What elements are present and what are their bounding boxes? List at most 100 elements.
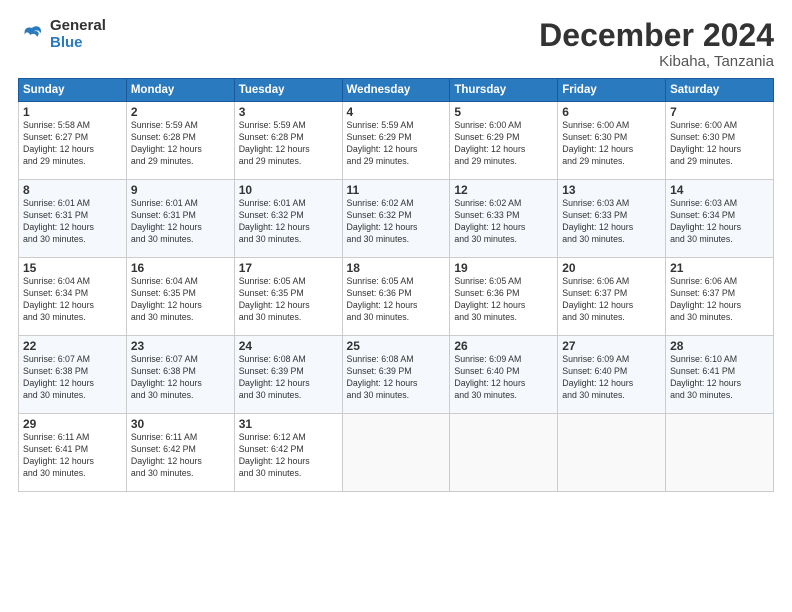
day-info: Sunrise: 6:08 AM Sunset: 6:39 PM Dayligh… <box>347 354 446 402</box>
week-row-3: 15Sunrise: 6:04 AM Sunset: 6:34 PM Dayli… <box>19 258 774 336</box>
calendar-table: Sunday Monday Tuesday Wednesday Thursday… <box>18 78 774 492</box>
day-number: 17 <box>239 261 338 275</box>
day-info: Sunrise: 6:01 AM Sunset: 6:32 PM Dayligh… <box>239 198 338 246</box>
day-number: 16 <box>131 261 230 275</box>
calendar-header-row: Sunday Monday Tuesday Wednesday Thursday… <box>19 79 774 102</box>
calendar-cell <box>558 414 666 492</box>
header: General Blue December 2024 Kibaha, Tanza… <box>18 18 774 70</box>
calendar-cell <box>342 414 450 492</box>
day-number: 5 <box>454 105 553 119</box>
calendar-cell: 25Sunrise: 6:08 AM Sunset: 6:39 PM Dayli… <box>342 336 450 414</box>
calendar-cell <box>666 414 774 492</box>
week-row-1: 1Sunrise: 5:58 AM Sunset: 6:27 PM Daylig… <box>19 102 774 180</box>
day-number: 31 <box>239 417 338 431</box>
day-number: 29 <box>23 417 122 431</box>
calendar-cell: 31Sunrise: 6:12 AM Sunset: 6:42 PM Dayli… <box>234 414 342 492</box>
day-number: 14 <box>670 183 769 197</box>
day-number: 10 <box>239 183 338 197</box>
calendar-cell: 22Sunrise: 6:07 AM Sunset: 6:38 PM Dayli… <box>19 336 127 414</box>
logo-text: General Blue <box>50 18 106 51</box>
col-saturday: Saturday <box>666 79 774 102</box>
day-info: Sunrise: 6:02 AM Sunset: 6:32 PM Dayligh… <box>347 198 446 246</box>
day-info: Sunrise: 6:12 AM Sunset: 6:42 PM Dayligh… <box>239 432 338 480</box>
day-info: Sunrise: 6:05 AM Sunset: 6:36 PM Dayligh… <box>454 276 553 324</box>
calendar-cell: 20Sunrise: 6:06 AM Sunset: 6:37 PM Dayli… <box>558 258 666 336</box>
day-number: 4 <box>347 105 446 119</box>
day-info: Sunrise: 6:07 AM Sunset: 6:38 PM Dayligh… <box>131 354 230 402</box>
day-number: 24 <box>239 339 338 353</box>
day-info: Sunrise: 6:03 AM Sunset: 6:33 PM Dayligh… <box>562 198 661 246</box>
day-info: Sunrise: 6:05 AM Sunset: 6:36 PM Dayligh… <box>347 276 446 324</box>
week-row-4: 22Sunrise: 6:07 AM Sunset: 6:38 PM Dayli… <box>19 336 774 414</box>
day-number: 15 <box>23 261 122 275</box>
calendar-cell: 5Sunrise: 6:00 AM Sunset: 6:29 PM Daylig… <box>450 102 558 180</box>
day-info: Sunrise: 6:06 AM Sunset: 6:37 PM Dayligh… <box>670 276 769 324</box>
day-info: Sunrise: 6:00 AM Sunset: 6:30 PM Dayligh… <box>670 120 769 168</box>
calendar-cell: 30Sunrise: 6:11 AM Sunset: 6:42 PM Dayli… <box>126 414 234 492</box>
day-number: 19 <box>454 261 553 275</box>
day-number: 12 <box>454 183 553 197</box>
day-number: 22 <box>23 339 122 353</box>
day-info: Sunrise: 6:08 AM Sunset: 6:39 PM Dayligh… <box>239 354 338 402</box>
day-info: Sunrise: 6:00 AM Sunset: 6:29 PM Dayligh… <box>454 120 553 168</box>
day-info: Sunrise: 6:10 AM Sunset: 6:41 PM Dayligh… <box>670 354 769 402</box>
calendar-cell: 2Sunrise: 5:59 AM Sunset: 6:28 PM Daylig… <box>126 102 234 180</box>
col-sunday: Sunday <box>19 79 127 102</box>
day-info: Sunrise: 5:58 AM Sunset: 6:27 PM Dayligh… <box>23 120 122 168</box>
col-monday: Monday <box>126 79 234 102</box>
day-number: 6 <box>562 105 661 119</box>
week-row-2: 8Sunrise: 6:01 AM Sunset: 6:31 PM Daylig… <box>19 180 774 258</box>
logo: General Blue <box>18 18 106 51</box>
day-number: 20 <box>562 261 661 275</box>
day-number: 11 <box>347 183 446 197</box>
logo-general-text: General <box>50 18 106 35</box>
calendar-cell: 24Sunrise: 6:08 AM Sunset: 6:39 PM Dayli… <box>234 336 342 414</box>
calendar-cell: 7Sunrise: 6:00 AM Sunset: 6:30 PM Daylig… <box>666 102 774 180</box>
calendar-cell: 27Sunrise: 6:09 AM Sunset: 6:40 PM Dayli… <box>558 336 666 414</box>
title-block: December 2024 Kibaha, Tanzania <box>539 18 774 70</box>
calendar-cell: 17Sunrise: 6:05 AM Sunset: 6:35 PM Dayli… <box>234 258 342 336</box>
day-number: 8 <box>23 183 122 197</box>
calendar-cell: 28Sunrise: 6:10 AM Sunset: 6:41 PM Dayli… <box>666 336 774 414</box>
calendar-cell: 1Sunrise: 5:58 AM Sunset: 6:27 PM Daylig… <box>19 102 127 180</box>
day-number: 21 <box>670 261 769 275</box>
calendar-cell: 8Sunrise: 6:01 AM Sunset: 6:31 PM Daylig… <box>19 180 127 258</box>
calendar-cell: 26Sunrise: 6:09 AM Sunset: 6:40 PM Dayli… <box>450 336 558 414</box>
day-info: Sunrise: 6:04 AM Sunset: 6:34 PM Dayligh… <box>23 276 122 324</box>
day-number: 25 <box>347 339 446 353</box>
day-info: Sunrise: 6:01 AM Sunset: 6:31 PM Dayligh… <box>23 198 122 246</box>
day-info: Sunrise: 5:59 AM Sunset: 6:29 PM Dayligh… <box>347 120 446 168</box>
calendar-cell: 19Sunrise: 6:05 AM Sunset: 6:36 PM Dayli… <box>450 258 558 336</box>
logo-icon <box>18 21 46 49</box>
day-number: 28 <box>670 339 769 353</box>
calendar-cell: 15Sunrise: 6:04 AM Sunset: 6:34 PM Dayli… <box>19 258 127 336</box>
title-location: Kibaha, Tanzania <box>539 53 774 70</box>
day-info: Sunrise: 5:59 AM Sunset: 6:28 PM Dayligh… <box>239 120 338 168</box>
day-info: Sunrise: 6:00 AM Sunset: 6:30 PM Dayligh… <box>562 120 661 168</box>
day-number: 13 <box>562 183 661 197</box>
day-info: Sunrise: 6:01 AM Sunset: 6:31 PM Dayligh… <box>131 198 230 246</box>
day-number: 7 <box>670 105 769 119</box>
day-number: 3 <box>239 105 338 119</box>
col-friday: Friday <box>558 79 666 102</box>
day-number: 27 <box>562 339 661 353</box>
calendar-cell: 29Sunrise: 6:11 AM Sunset: 6:41 PM Dayli… <box>19 414 127 492</box>
day-info: Sunrise: 6:07 AM Sunset: 6:38 PM Dayligh… <box>23 354 122 402</box>
day-number: 1 <box>23 105 122 119</box>
col-tuesday: Tuesday <box>234 79 342 102</box>
day-info: Sunrise: 6:11 AM Sunset: 6:42 PM Dayligh… <box>131 432 230 480</box>
page: General Blue December 2024 Kibaha, Tanza… <box>0 0 792 612</box>
day-number: 9 <box>131 183 230 197</box>
day-number: 18 <box>347 261 446 275</box>
calendar-cell: 4Sunrise: 5:59 AM Sunset: 6:29 PM Daylig… <box>342 102 450 180</box>
day-number: 30 <box>131 417 230 431</box>
calendar-cell: 23Sunrise: 6:07 AM Sunset: 6:38 PM Dayli… <box>126 336 234 414</box>
day-info: Sunrise: 6:03 AM Sunset: 6:34 PM Dayligh… <box>670 198 769 246</box>
calendar-cell: 11Sunrise: 6:02 AM Sunset: 6:32 PM Dayli… <box>342 180 450 258</box>
day-info: Sunrise: 6:09 AM Sunset: 6:40 PM Dayligh… <box>562 354 661 402</box>
calendar-cell: 16Sunrise: 6:04 AM Sunset: 6:35 PM Dayli… <box>126 258 234 336</box>
calendar-cell: 12Sunrise: 6:02 AM Sunset: 6:33 PM Dayli… <box>450 180 558 258</box>
calendar-cell: 13Sunrise: 6:03 AM Sunset: 6:33 PM Dayli… <box>558 180 666 258</box>
day-info: Sunrise: 6:02 AM Sunset: 6:33 PM Dayligh… <box>454 198 553 246</box>
calendar-cell <box>450 414 558 492</box>
